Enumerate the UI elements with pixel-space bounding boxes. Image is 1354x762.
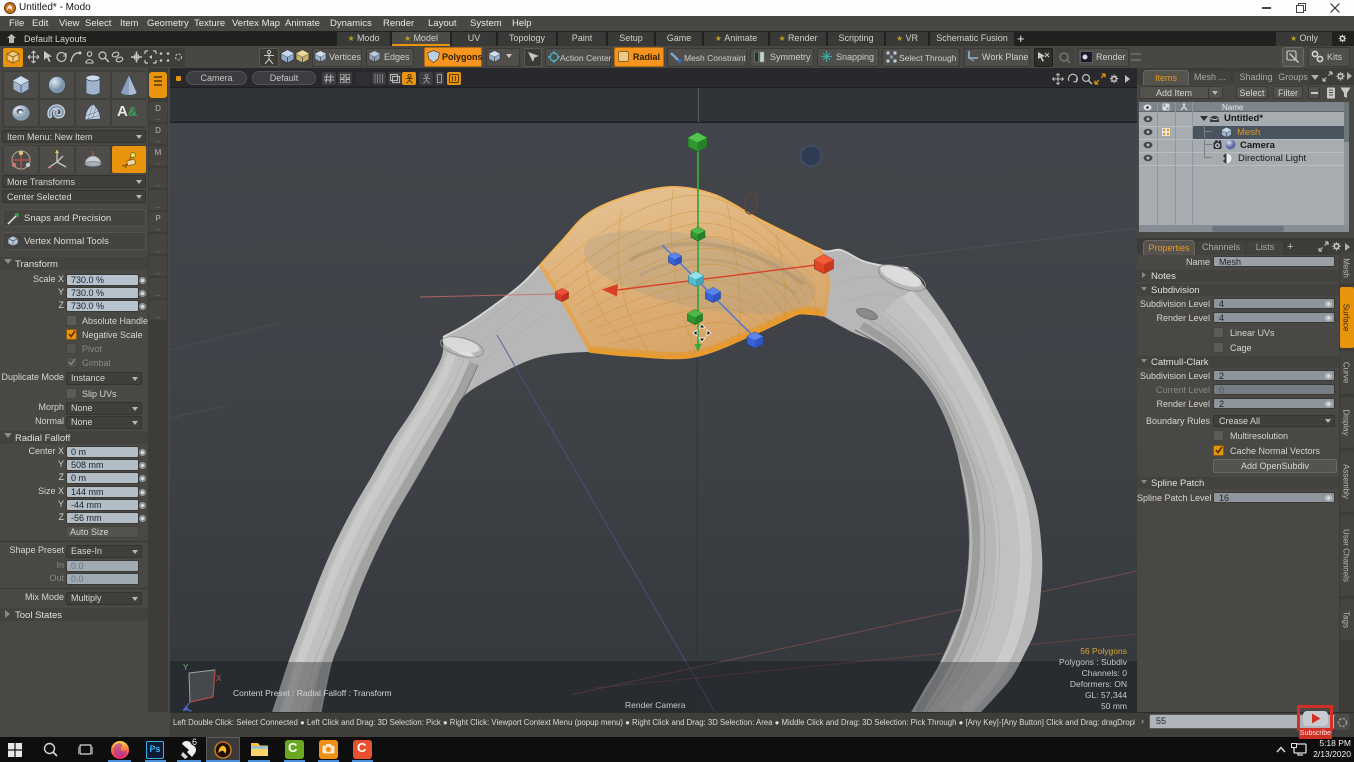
svg-text:50 mm: 50 mm — [1101, 701, 1127, 711]
svg-text:User Channels: User Channels — [1342, 529, 1351, 582]
svg-text:Polygons : Subdiv: Polygons : Subdiv — [1059, 657, 1128, 667]
svg-text:Deformers: ON: Deformers: ON — [1070, 679, 1127, 689]
svg-text:Assembly: Assembly — [1342, 464, 1351, 499]
svg-text:Y: Y — [183, 663, 189, 672]
svg-text:Content Preset : Radial Fallof: Content Preset : Radial Falloff : Transf… — [233, 688, 392, 698]
svg-text:56 Polygons: 56 Polygons — [1080, 646, 1127, 656]
svg-text:Channels: 0: Channels: 0 — [1082, 668, 1128, 678]
svg-text:X: X — [216, 674, 222, 683]
svg-text:Curve: Curve — [1342, 362, 1351, 384]
svg-text:Surface: Surface — [1342, 304, 1351, 332]
svg-text:Mesh: Mesh — [1342, 258, 1351, 278]
svg-text:Tags: Tags — [1342, 611, 1351, 628]
svg-text:Display: Display — [1342, 409, 1351, 435]
svg-text:Render Camera: Render Camera — [625, 700, 686, 710]
svg-text:GL: 57,344: GL: 57,344 — [1085, 690, 1127, 700]
